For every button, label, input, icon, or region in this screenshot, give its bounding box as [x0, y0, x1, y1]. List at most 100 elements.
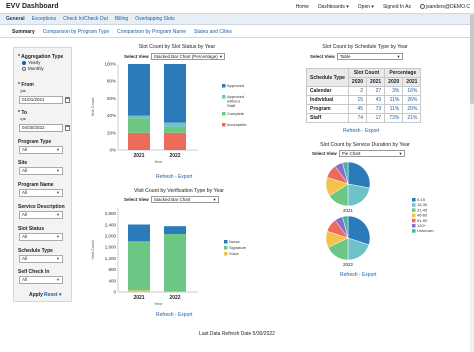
user-menu[interactable]: jsanders@DEMO.C — [420, 4, 470, 10]
reset-button[interactable]: Reset ▾ — [44, 292, 62, 298]
tab-summary[interactable]: Summary — [12, 29, 35, 35]
y-tick-label: 2,000 — [105, 234, 117, 239]
table-cell[interactable]: 73 — [366, 104, 386, 114]
from-label: * From — [18, 82, 34, 88]
bar-segment — [128, 132, 150, 150]
tab-states-cities[interactable]: States and Cities — [194, 29, 232, 35]
chart4-view-select[interactable]: Pie Chart ▾ — [338, 150, 405, 157]
nav-general[interactable]: General — [6, 16, 25, 22]
program-name-select[interactable]: All ▼ — [19, 189, 63, 197]
table-cell[interactable]: 26% — [402, 95, 422, 105]
table-year-header: 2020 — [384, 77, 404, 87]
x-axis-label: Year — [154, 301, 163, 306]
nav-exceptions[interactable]: Exceptions — [32, 16, 56, 22]
program-type-select[interactable]: All ▼ — [19, 146, 63, 154]
chevron-down-icon: ▼ — [56, 256, 60, 261]
table-row: Staff 74 17 73% 21% — [306, 113, 422, 123]
chart3-view-select[interactable]: Stacked Bar Chart ▾ — [150, 196, 219, 203]
calendar-icon[interactable] — [65, 97, 70, 103]
scrollbar-thumb[interactable] — [470, 14, 474, 104]
y-tick-label: 2,800 — [105, 211, 117, 216]
table-cell[interactable]: 17 — [366, 113, 386, 123]
table-cell[interactable]: 43 — [366, 95, 386, 105]
table-year-header: 2021 — [402, 77, 422, 87]
bar-segment — [128, 290, 150, 292]
table-cell[interactable]: 15 — [347, 95, 368, 105]
self-check-in-select[interactable]: All ▼ — [19, 276, 63, 284]
table-cell[interactable]: 2 — [347, 86, 368, 96]
chart1-view-select[interactable]: Stacked Bar Chart (Percentage) ▾ — [150, 53, 225, 60]
open-menu[interactable]: Open ▾ — [358, 4, 374, 10]
tab-comparison-program-name[interactable]: Comparison by Program Name — [117, 29, 186, 35]
slot-status-select[interactable]: All ▼ — [19, 233, 63, 241]
calendar-icon[interactable] — [65, 125, 70, 131]
legend-swatch — [412, 224, 416, 228]
nav-overlapping-slots[interactable]: Overlapping Slots — [135, 16, 174, 22]
table-cell[interactable]: 74 — [347, 113, 368, 123]
service-description-select[interactable]: All ▼ — [19, 211, 63, 219]
pie-label: 2022 — [343, 262, 354, 267]
table-cell[interactable]: 3% — [384, 86, 404, 96]
bar-segment — [164, 64, 186, 123]
chevron-down-icon: ▾ — [397, 54, 400, 59]
table-cell[interactable]: 21% — [402, 113, 422, 123]
chart3-refresh-export[interactable]: Refresh - Export — [156, 312, 192, 318]
to-date-value: 04/30/2022 — [22, 125, 45, 130]
y-tick-label: 20% — [107, 130, 116, 135]
chevron-down-icon: ▼ — [56, 168, 60, 173]
legend-swatch — [222, 95, 226, 99]
chart2-refresh-export[interactable]: Refresh - Export — [343, 128, 379, 134]
x-axis-label: Year — [154, 159, 163, 164]
nav-billing[interactable]: Billing — [115, 16, 128, 22]
y-tick-label: 100% — [104, 62, 116, 67]
schedule-type-label: Schedule Type — [18, 248, 53, 254]
y-tick-label: 400 — [108, 278, 116, 283]
legend-swatch — [412, 208, 416, 212]
chart1-select-view: Select View Stacked Bar Chart (Percentag… — [124, 53, 225, 60]
chart4-refresh-export[interactable]: Refresh - Export — [340, 272, 376, 278]
legend-swatch — [224, 240, 228, 244]
bar-segment — [164, 234, 186, 292]
table-cell[interactable]: 11% — [384, 104, 404, 114]
table-row: Individual 15 43 11% 26% — [306, 95, 422, 105]
to-operator: <= — [20, 117, 26, 123]
chevron-down-icon: ▾ — [213, 197, 216, 202]
chart1-plot: 0% 20% 40% 60% 80% 100% Slot Count 2021 2022 Year… — [90, 62, 247, 165]
table-cell[interactable]: 16% — [402, 86, 422, 96]
from-date-input[interactable]: 01/01/2021 — [19, 96, 63, 104]
to-date-input[interactable]: 04/30/2022 — [19, 124, 63, 132]
table-row: Program 45 73 11% 20% — [306, 104, 422, 114]
chart4-select-view: Select View Pie Chart ▾ — [312, 150, 405, 157]
legend-swatch — [412, 229, 416, 233]
radio-yearly[interactable]: Yearly — [22, 60, 40, 65]
site-select[interactable]: All ▼ — [19, 167, 63, 175]
schedule-type-value: All — [22, 256, 28, 261]
bar-segment — [128, 64, 150, 116]
chart1-refresh-export[interactable]: Refresh - Export — [156, 174, 192, 180]
schedule-type-select[interactable]: All ▼ — [19, 255, 63, 263]
user-icon — [420, 4, 426, 10]
table-cell[interactable]: 20% — [402, 104, 422, 114]
dashboards-menu[interactable]: Dashboards ▾ — [318, 4, 349, 10]
legend-swatch — [222, 123, 226, 127]
apply-button[interactable]: Apply — [29, 292, 43, 298]
legend-label: Nurse — [229, 239, 240, 244]
home-link[interactable]: Home — [296, 4, 309, 10]
nav-check-in-out[interactable]: Check In/Check Out — [63, 16, 108, 22]
program-type-label: Program Type — [18, 139, 52, 145]
page-scrollbar[interactable] — [470, 12, 474, 352]
legend-swatch — [222, 112, 226, 116]
app-title: EVV Dashboard — [6, 3, 59, 10]
chart2-view-select[interactable]: Table ▾ — [336, 53, 403, 60]
tab-comparison-program-type[interactable]: Comparison by Program Type — [43, 29, 109, 35]
table-cell[interactable]: 73% — [384, 113, 404, 123]
legend-swatch — [222, 84, 226, 88]
table-cell[interactable]: 11% — [384, 95, 404, 105]
table-cell[interactable]: 45 — [347, 104, 368, 114]
y-tick-label: 1,200 — [105, 256, 117, 261]
radio-monthly[interactable]: Monthly — [22, 66, 44, 71]
legend-label: Staff — [227, 103, 236, 108]
to-label: * To — [18, 110, 28, 116]
legend-label: Unknown — [417, 228, 434, 233]
table-cell[interactable]: 27 — [366, 86, 386, 96]
